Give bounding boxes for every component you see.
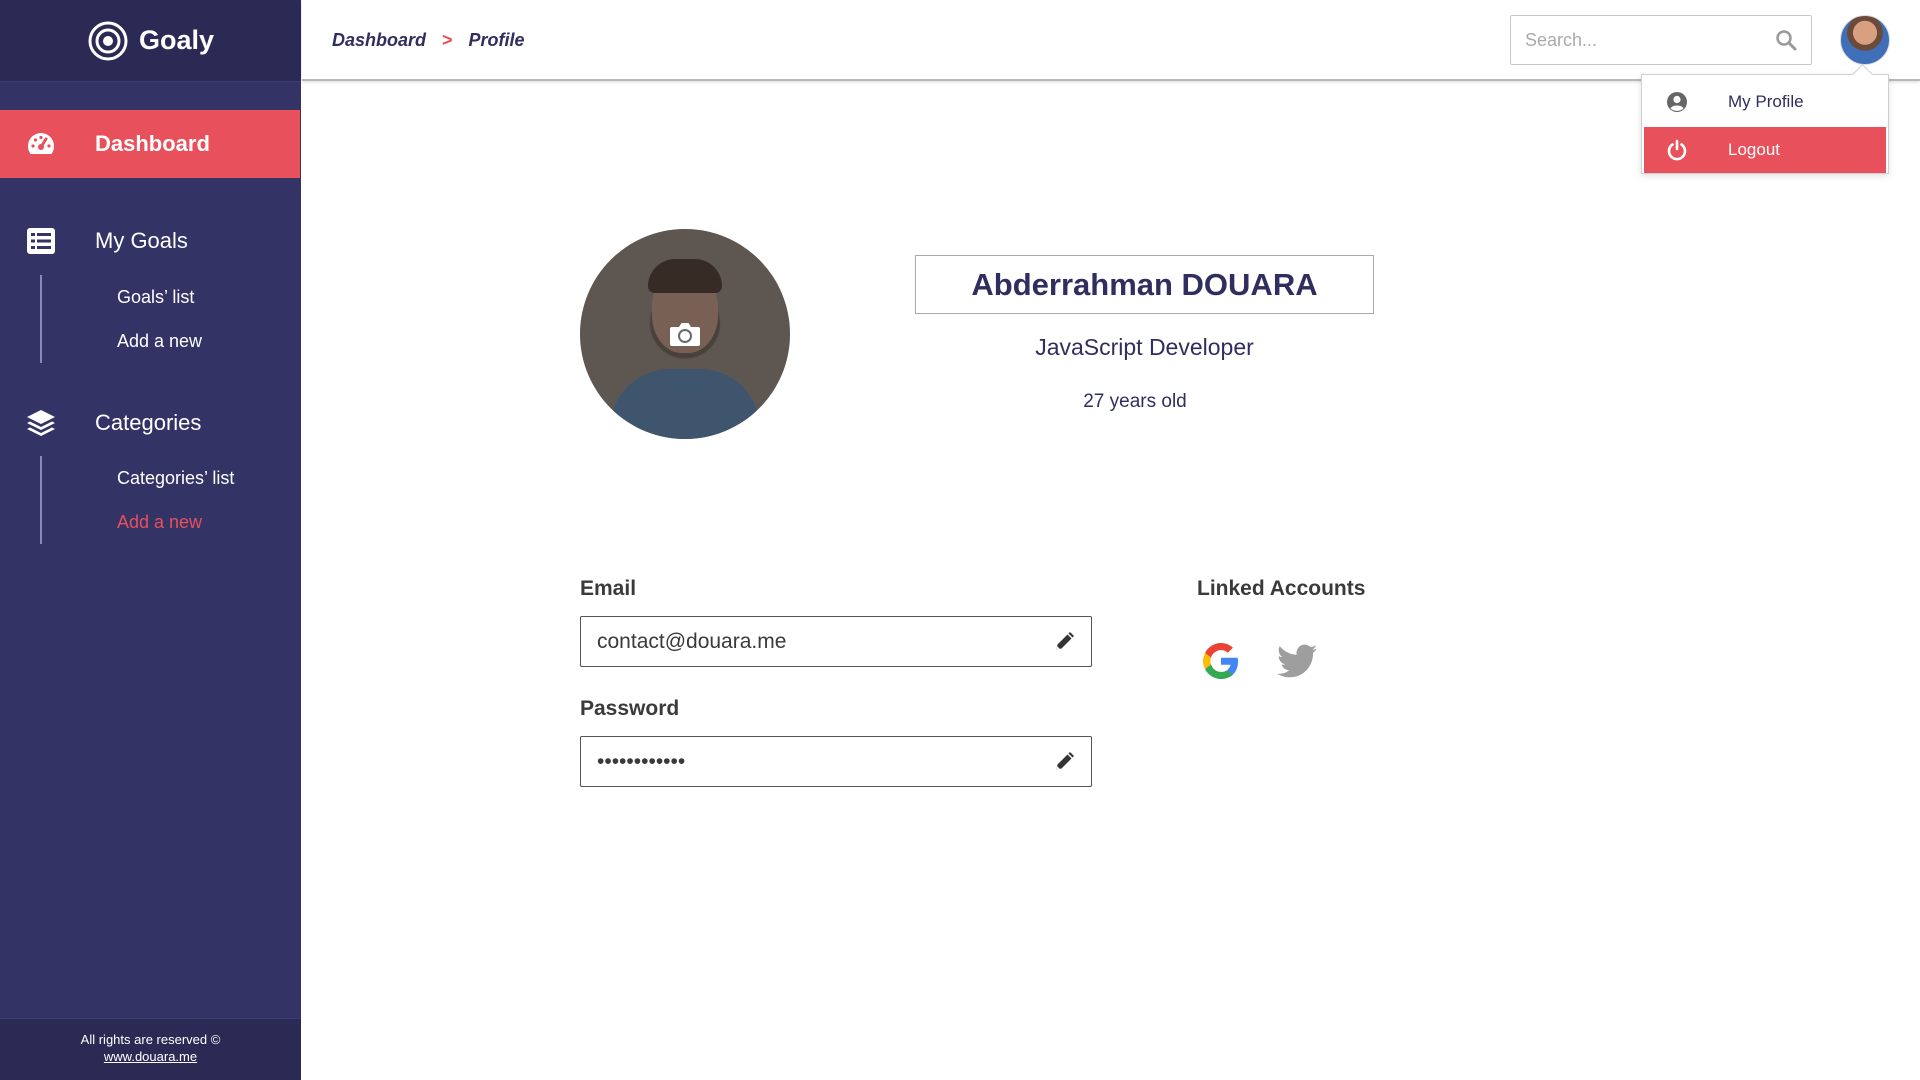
target-icon — [88, 21, 128, 60]
sidebar-subitem-add-category[interactable]: Add a new — [42, 500, 280, 544]
name-field — [915, 255, 1374, 314]
user-circle-icon — [1667, 92, 1687, 112]
top-header: Dashboard > Profile — [302, 0, 1920, 81]
sidebar-subitem-add-goal[interactable]: Add a new — [42, 319, 280, 363]
power-icon — [1667, 139, 1687, 161]
app-name: Goaly — [138, 25, 215, 55]
job-title: JavaScript Developer — [1035, 334, 1254, 360]
email-field — [580, 616, 1092, 667]
footer-link[interactable]: www.douara.me — [104, 1049, 197, 1064]
list-icon — [25, 225, 57, 257]
pencil-icon[interactable] — [1053, 751, 1075, 773]
breadcrumb-separator: > — [442, 30, 453, 50]
profile-photo-upload[interactable] — [580, 229, 790, 439]
goals-subnav: Goals’ list Add a new — [40, 275, 280, 363]
sidebar-item-my-goals[interactable]: My Goals — [0, 207, 300, 275]
twitter-icon[interactable] — [1274, 638, 1320, 684]
password-input[interactable] — [597, 749, 1053, 774]
menu-item-label: My Profile — [1728, 92, 1804, 111]
menu-item-label: Logout — [1728, 140, 1780, 159]
sidebar-subitem-goals-list[interactable]: Goals’ list — [42, 275, 280, 319]
breadcrumb-profile: Profile — [468, 30, 525, 50]
sidebar-item-dashboard[interactable]: Dashboard — [0, 110, 300, 178]
sidebar-subitem-categories-list[interactable]: Categories’ list — [42, 456, 280, 500]
copyright-text: All rights are reserved © — [80, 1032, 221, 1047]
search-input[interactable] — [1525, 29, 1775, 51]
breadcrumb: Dashboard > Profile — [332, 30, 525, 51]
categories-subnav: Categories’ list Add a new — [40, 456, 280, 544]
google-icon[interactable] — [1198, 638, 1244, 684]
password-field — [580, 736, 1092, 787]
password-label: Password — [580, 697, 680, 720]
sidebar: Goaly Dashboard My Goals Goals’ list Add… — [0, 0, 301, 1080]
camera-icon — [670, 323, 700, 346]
age-text: 27 years old — [1083, 391, 1187, 412]
sidebar-item-label: Dashboard — [95, 131, 210, 156]
search-box — [1510, 15, 1812, 65]
user-dropdown-menu: My Profile Logout — [1641, 74, 1889, 174]
menu-item-my-profile[interactable]: My Profile — [1644, 79, 1886, 125]
app-logo[interactable]: Goaly — [0, 0, 301, 82]
linked-accounts-label: Linked Accounts — [1197, 577, 1366, 600]
menu-item-logout[interactable]: Logout — [1644, 127, 1886, 173]
email-label: Email — [580, 577, 637, 600]
name-input[interactable] — [916, 266, 1373, 303]
sidebar-item-label: My Goals — [95, 228, 188, 253]
sidebar-item-categories[interactable]: Categories — [0, 389, 300, 457]
layers-icon — [25, 407, 57, 439]
search-icon[interactable] — [1775, 29, 1797, 51]
user-avatar[interactable] — [1840, 15, 1890, 65]
dashboard-gauge-icon — [25, 128, 57, 160]
sidebar-footer: All rights are reserved © www.douara.me — [0, 1018, 301, 1080]
sidebar-item-label: Categories — [95, 410, 202, 435]
email-input[interactable] — [597, 629, 1053, 654]
pencil-icon[interactable] — [1053, 631, 1075, 653]
breadcrumb-dashboard[interactable]: Dashboard — [332, 30, 426, 51]
